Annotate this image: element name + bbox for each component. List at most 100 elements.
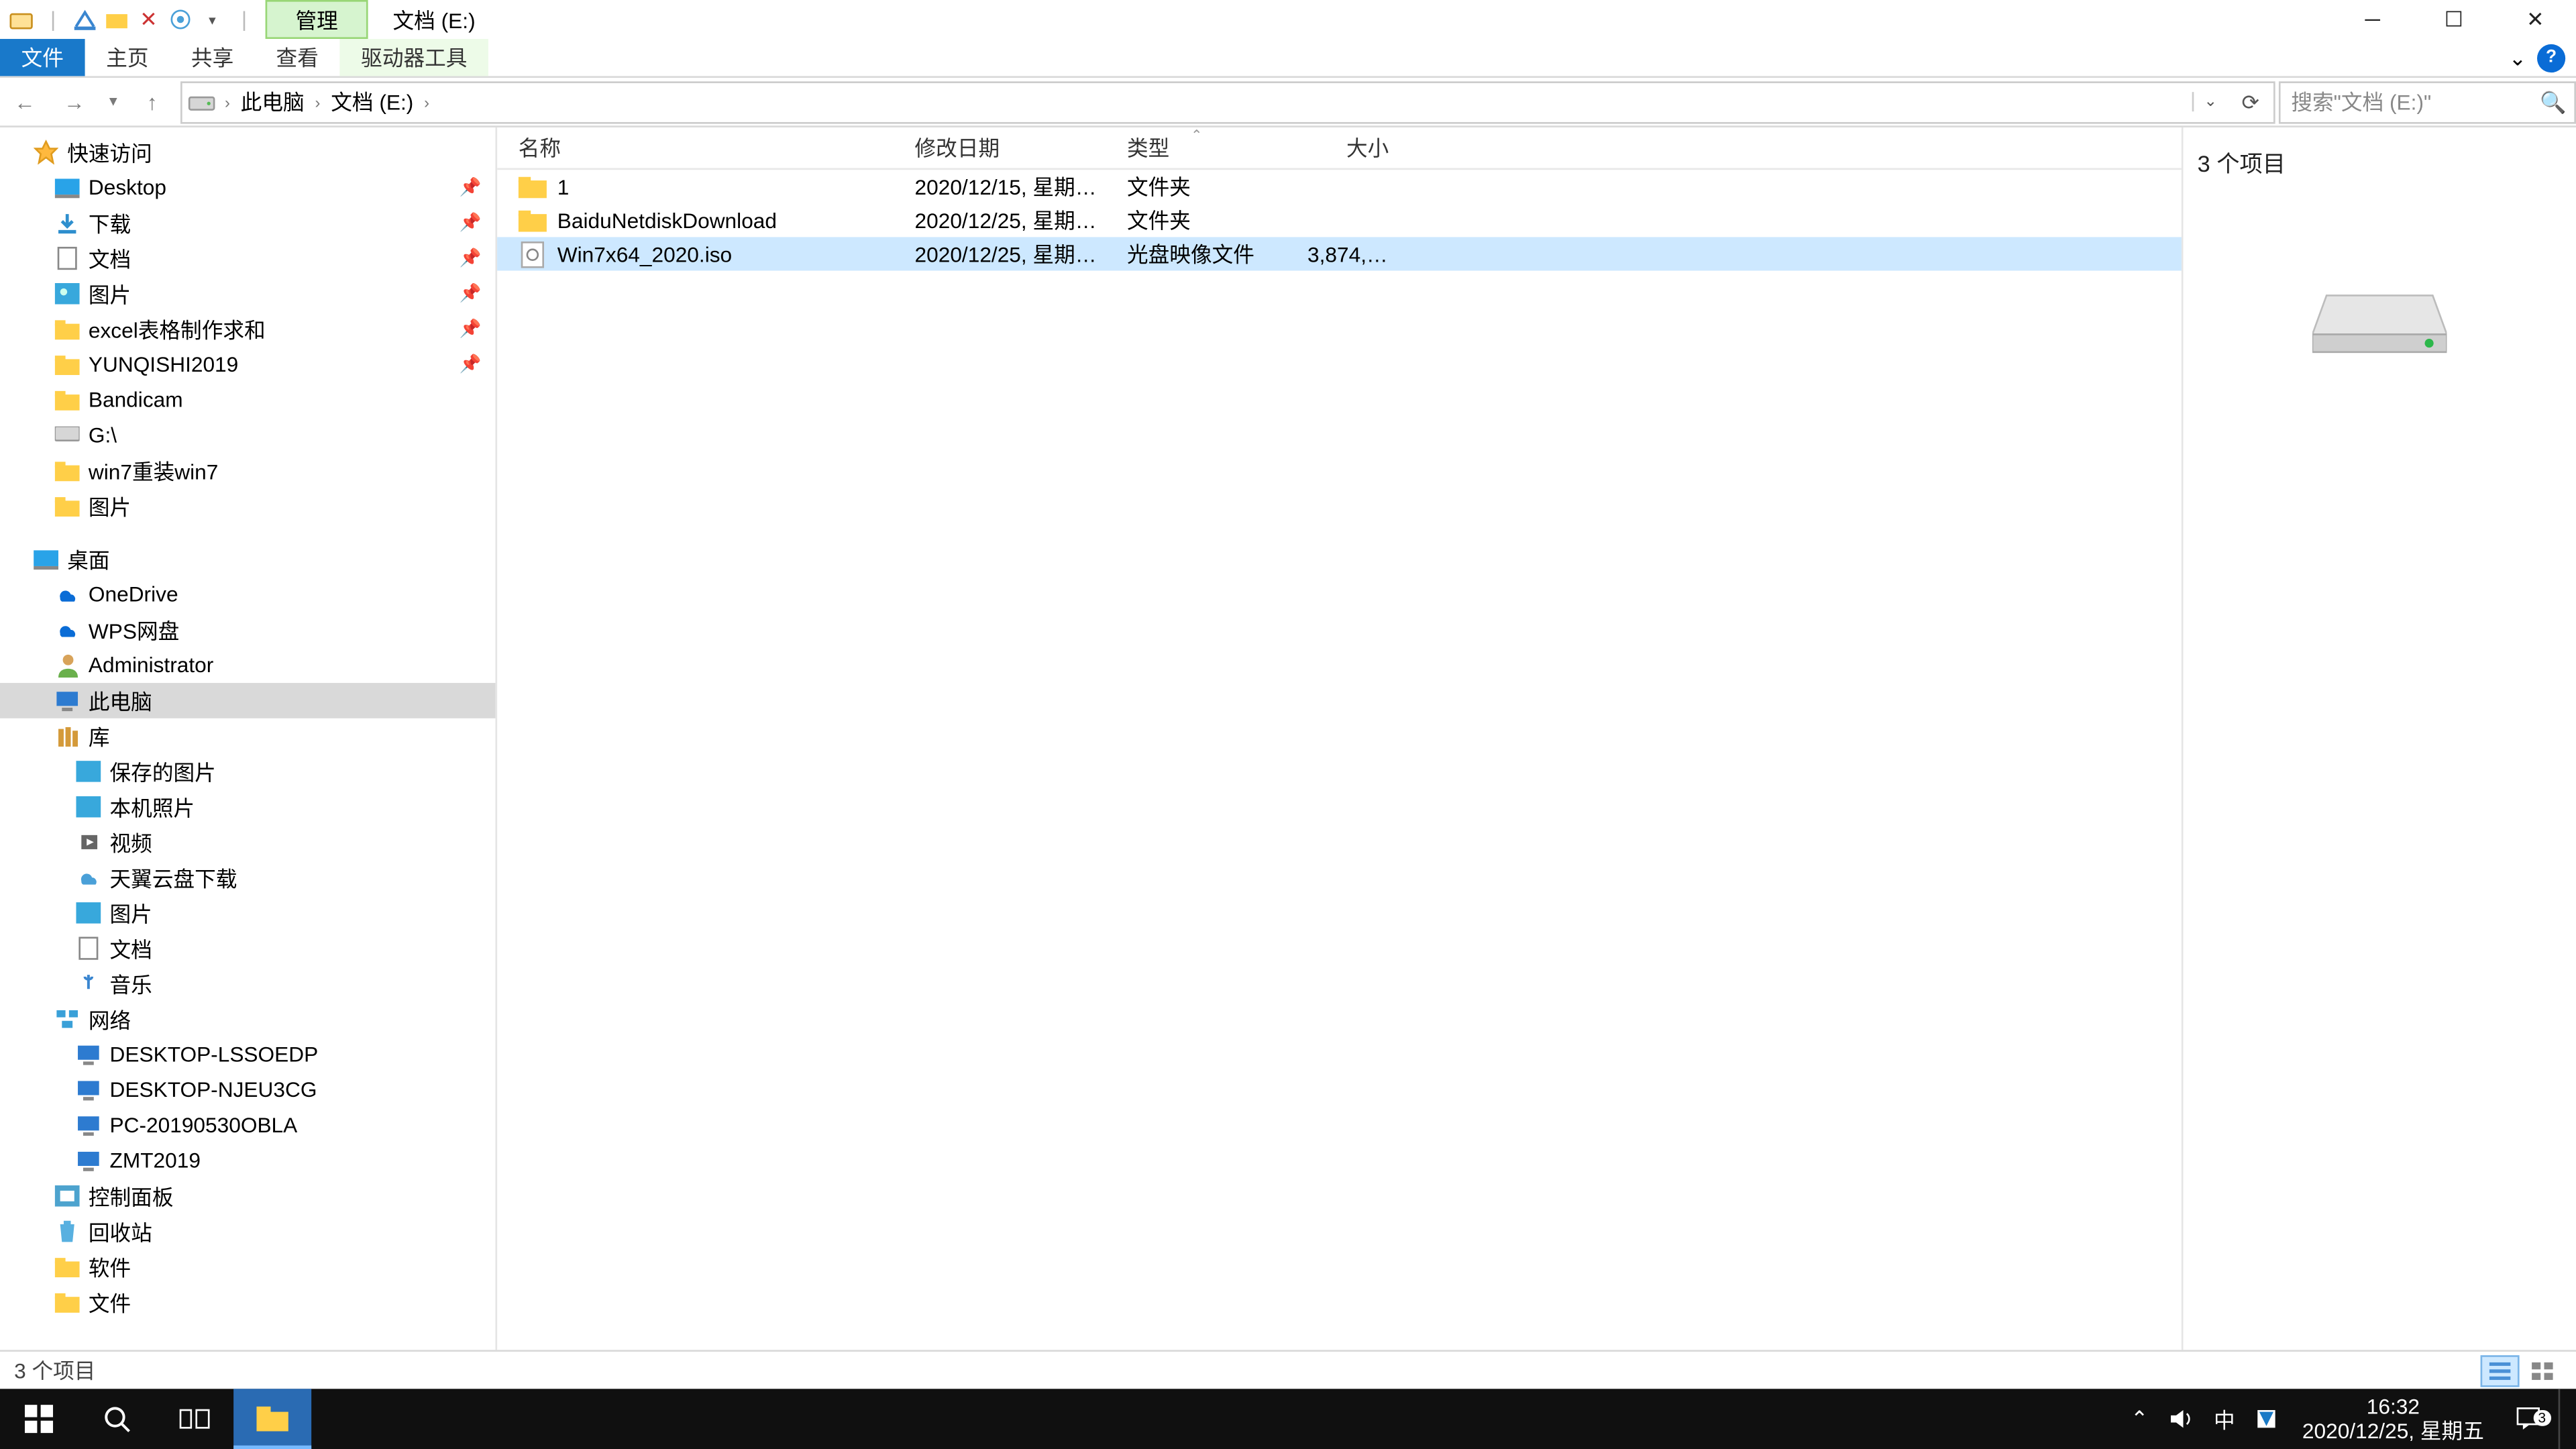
tree-item-onedrive[interactable]: OneDrive	[0, 577, 495, 612]
back-button[interactable]: ←	[0, 77, 50, 127]
tray-app-icon[interactable]	[2246, 1389, 2288, 1449]
tray-clock[interactable]: 16:32 2020/12/25, 星期五	[2288, 1393, 2498, 1444]
tree-item-pictures[interactable]: 图片📌	[0, 276, 495, 311]
tree-item[interactable]: G:\	[0, 417, 495, 453]
tree-label: 音乐	[110, 969, 152, 999]
tree-label: 文档	[89, 244, 131, 274]
tree-label: 文件	[89, 1287, 131, 1318]
up-button[interactable]: ↑	[127, 77, 177, 127]
taskbar-explorer[interactable]	[233, 1389, 311, 1449]
tab-view[interactable]: 查看	[255, 39, 340, 76]
tree-item-wps[interactable]: WPS网盘	[0, 612, 495, 648]
tree-item[interactable]: 天翼云盘下载	[0, 860, 495, 896]
tree-item-network[interactable]: 网络	[0, 1002, 495, 1037]
tab-home[interactable]: 主页	[85, 39, 170, 76]
minimize-button[interactable]: ─	[2332, 0, 2413, 39]
tree-label: 库	[89, 721, 110, 751]
pin-icon: 📌	[460, 284, 482, 303]
tree-label: 控制面板	[89, 1181, 174, 1211]
clock-time: 16:32	[2302, 1393, 2484, 1419]
tree-quick-access[interactable]: 快速访问	[0, 134, 495, 170]
tree-item[interactable]: 视频	[0, 824, 495, 860]
tree-label: 下载	[89, 208, 131, 238]
table-row[interactable]: BaiduNetdiskDownload 2020/12/25, 星期五 1..…	[497, 203, 2182, 237]
tree-item[interactable]: 图片	[0, 488, 495, 524]
qat-delete-icon[interactable]: ✕	[134, 5, 162, 34]
tree-item-documents[interactable]: 文档📌	[0, 241, 495, 276]
tree-item-thispc[interactable]: 此电脑	[0, 683, 495, 718]
tree-item[interactable]: 本机照片	[0, 789, 495, 824]
close-button[interactable]: ✕	[2495, 0, 2576, 39]
tree-item-cpanel[interactable]: 控制面板	[0, 1178, 495, 1214]
view-icons-button[interactable]	[2523, 1354, 2562, 1386]
tree-item[interactable]: 图片	[0, 896, 495, 931]
tree-item[interactable]: 软件	[0, 1249, 495, 1285]
qat-properties-icon[interactable]	[70, 5, 99, 34]
tree-item[interactable]: DESKTOP-LSSOEDP	[0, 1036, 495, 1072]
clock-date: 2020/12/25, 星期五	[2302, 1419, 2484, 1444]
column-name[interactable]: 名称	[497, 127, 894, 168]
tree-item[interactable]: Bandicam	[0, 382, 495, 418]
tree-item[interactable]: 文档	[0, 930, 495, 966]
column-date[interactable]: 修改日期	[894, 127, 1106, 168]
table-row[interactable]: 1 2020/12/15, 星期二 1... 文件夹	[497, 170, 2182, 203]
task-view-button[interactable]	[156, 1389, 233, 1449]
breadcrumb-seg-current[interactable]: 文档 (E:)	[324, 87, 421, 117]
search-input[interactable]: 搜索"文档 (E:)" 🔍	[2279, 80, 2576, 123]
tray-notifications[interactable]: 3	[2498, 1405, 2559, 1433]
nav-tree[interactable]: 快速访问 Desktop📌 下载📌 文档📌 图片📌 excel表格制作求和📌 Y…	[0, 127, 495, 1350]
tray-ime[interactable]: 中	[2203, 1389, 2245, 1449]
breadcrumb-chevron-icon[interactable]: ›	[221, 93, 233, 110]
drive-icon	[2312, 285, 2447, 356]
tab-share[interactable]: 共享	[170, 39, 255, 76]
tree-item[interactable]: 音乐	[0, 966, 495, 1002]
tree-item[interactable]: YUNQISHI2019📌	[0, 347, 495, 382]
view-details-button[interactable]	[2481, 1354, 2520, 1386]
tray-volume-icon[interactable]	[2161, 1389, 2203, 1449]
tree-label: 本机照片	[110, 792, 195, 822]
tree-item-libraries[interactable]: 库	[0, 718, 495, 754]
qat-newfolder-icon[interactable]	[103, 5, 131, 34]
breadcrumb-chevron-icon[interactable]: ›	[421, 93, 433, 110]
tree-item-user[interactable]: Administrator	[0, 647, 495, 683]
breadcrumb-chevron-icon[interactable]: ›	[311, 93, 323, 110]
table-row[interactable]: Win7x64_2020.iso 2020/12/25, 星期五 1... 光盘…	[497, 237, 2182, 270]
tree-item[interactable]: excel表格制作求和📌	[0, 311, 495, 347]
column-size[interactable]: 大小	[1286, 127, 1410, 168]
breadcrumb-seg-thispc[interactable]: 此电脑	[233, 87, 311, 117]
tab-drivetools[interactable]: 驱动器工具	[340, 39, 489, 76]
tab-file[interactable]: 文件	[0, 39, 85, 76]
tree-item[interactable]: DESKTOP-NJEU3CG	[0, 1072, 495, 1108]
tree-item[interactable]: win7重装win7	[0, 453, 495, 488]
refresh-button[interactable]: ⟳	[2227, 89, 2273, 114]
search-icon[interactable]: 🔍	[2532, 89, 2574, 114]
tray-overflow-icon[interactable]: ⌃	[2118, 1389, 2161, 1449]
tree-item-recycle[interactable]: 回收站	[0, 1214, 495, 1249]
tree-item-desktop[interactable]: Desktop📌	[0, 170, 495, 205]
help-icon[interactable]: ?	[2537, 44, 2565, 72]
status-item-count: 3 个项目	[14, 1355, 95, 1385]
breadcrumb-dropdown-icon[interactable]: ⌄	[2192, 92, 2228, 111]
forward-button[interactable]: →	[50, 77, 99, 127]
breadcrumb-drive-icon[interactable]	[182, 91, 221, 113]
ribbon-collapse-icon[interactable]: ⌄	[2509, 49, 2526, 66]
tree-item-downloads[interactable]: 下载📌	[0, 205, 495, 241]
tree-label: 快速访问	[67, 137, 152, 167]
tree-item[interactable]: 保存的图片	[0, 754, 495, 790]
tree-desktop[interactable]: 桌面	[0, 541, 495, 577]
tree-label: 网络	[89, 1004, 131, 1034]
history-dropdown-icon[interactable]: ▾	[99, 77, 127, 127]
tree-label: PC-20190530OBLA	[110, 1113, 298, 1138]
maximize-button[interactable]: ☐	[2413, 0, 2494, 39]
tree-item[interactable]: ZMT2019	[0, 1143, 495, 1179]
file-date: 2020/12/25, 星期五 1...	[894, 205, 1106, 235]
qat-sep: |	[39, 5, 67, 34]
tree-item[interactable]: 文件	[0, 1285, 495, 1320]
qat-rename-icon[interactable]	[166, 5, 195, 34]
qat-dropdown-icon[interactable]: ▾	[198, 5, 226, 34]
ribbon-context-tab[interactable]: 管理	[266, 0, 368, 39]
start-button[interactable]	[0, 1389, 78, 1449]
search-button[interactable]	[78, 1389, 156, 1449]
tree-item[interactable]: PC-20190530OBLA	[0, 1108, 495, 1143]
show-desktop-button[interactable]	[2559, 1389, 2569, 1449]
